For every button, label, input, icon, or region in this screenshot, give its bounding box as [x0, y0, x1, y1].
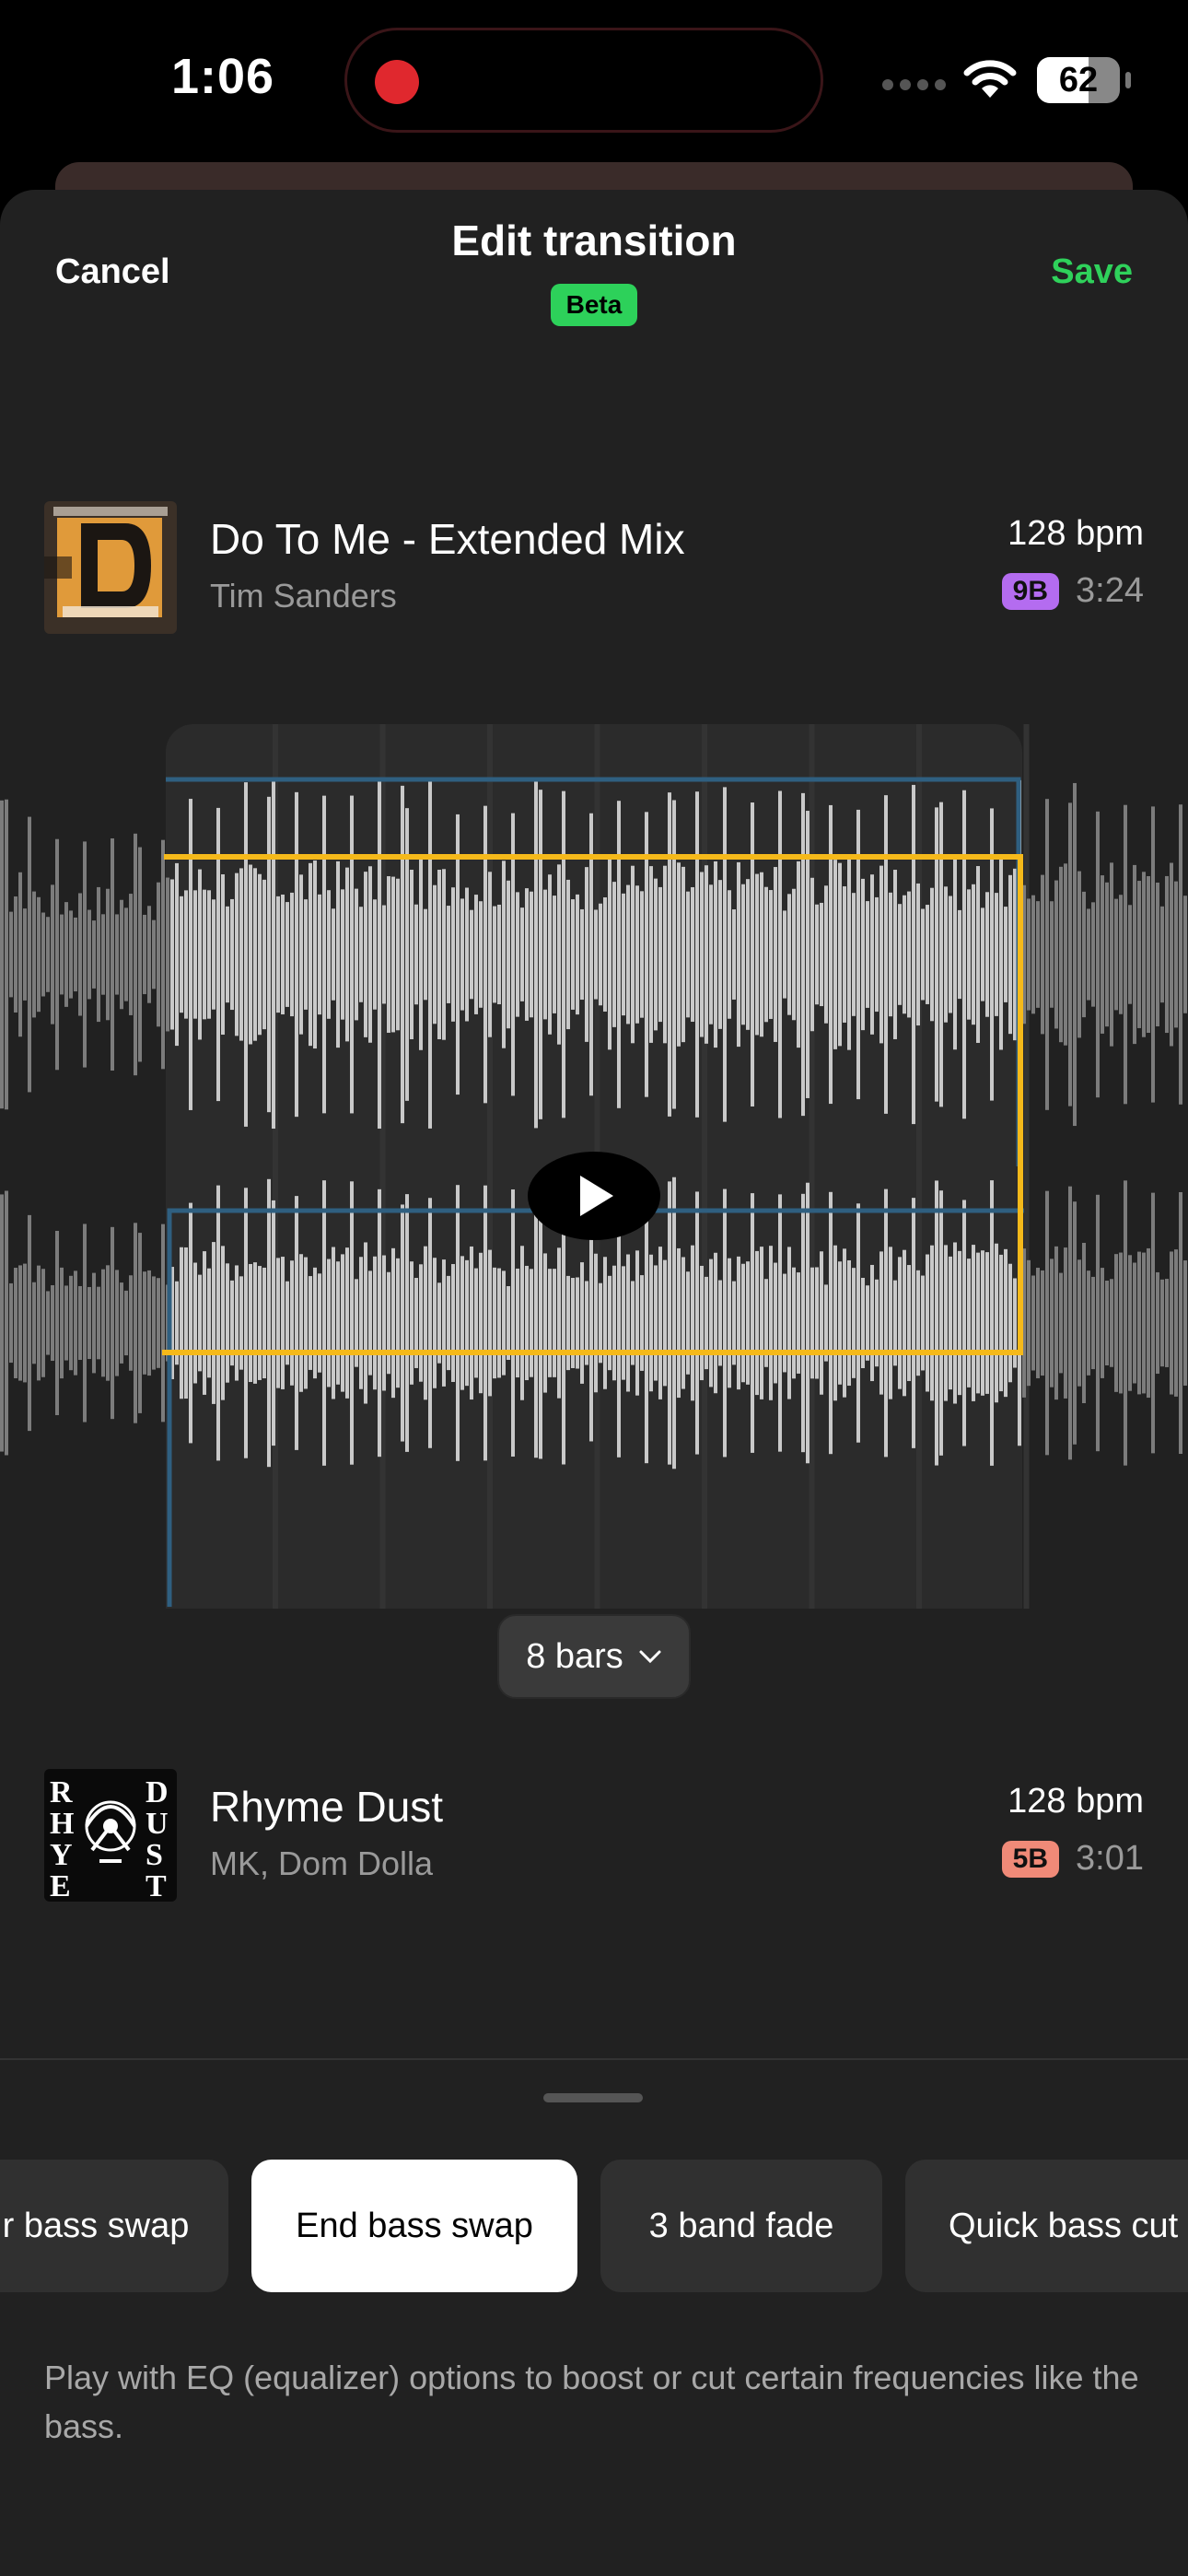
svg-text:U: U [146, 1807, 169, 1841]
clock: 1:06 [171, 49, 275, 104]
track-row-incoming[interactable]: R H Y E D U S T Rhyme Dust MK, Dom Dolla… [44, 1769, 1144, 1902]
track-row-outgoing[interactable]: Do To Me - Extended Mix Tim Sanders 128 … [44, 501, 1144, 634]
cellular-signal-icon [882, 79, 946, 90]
battery-icon: 62 [1037, 57, 1120, 103]
key-badge: 5B [1001, 1840, 1060, 1878]
wifi-icon [963, 60, 1017, 98]
svg-text:S: S [146, 1838, 163, 1872]
drag-handle[interactable] [543, 2093, 643, 2102]
svg-text:Y: Y [50, 1838, 73, 1872]
svg-text:H: H [50, 1807, 74, 1841]
chip-quick-bass-cut[interactable]: Quick bass cut [905, 2160, 1188, 2292]
chip-bass-swap-partial[interactable]: r bass swap [0, 2160, 228, 2292]
beta-badge: Beta [551, 284, 637, 326]
chip-end-bass-swap[interactable]: End bass swap [251, 2160, 577, 2292]
track-title: Rhyme Dust [210, 1783, 444, 1831]
album-cover-rhyme-dust: R H Y E D U S T [44, 1769, 177, 1902]
waveform-canvas[interactable] [0, 724, 1188, 1645]
play-button[interactable] [528, 1152, 660, 1240]
track-duration: 3:01 [1076, 1839, 1144, 1878]
svg-text:D: D [146, 1775, 169, 1809]
svg-text:T: T [146, 1869, 167, 1902]
bar-length-dropdown[interactable]: 8 bars [497, 1614, 691, 1699]
status-bar: 1:06 62 [0, 0, 1188, 166]
recording-indicator-icon [375, 60, 419, 104]
chip-3-band-fade[interactable]: 3 band fade [600, 2160, 882, 2292]
transition-type-selector: r bass swap End bass swap 3 band fade Qu… [0, 2160, 1188, 2292]
battery-tip [1125, 72, 1131, 88]
track-title: Do To Me - Extended Mix [210, 515, 685, 563]
chevron-down-icon [639, 1650, 661, 1664]
save-button[interactable]: Save [1051, 252, 1133, 292]
edit-transition-sheet: Cancel Edit transition Beta Save Do To M… [0, 190, 1188, 2576]
page-title: Edit transition [451, 217, 737, 264]
track-bpm: 128 bpm [1007, 1782, 1144, 1821]
transition-description: Play with EQ (equalizer) options to boos… [44, 2359, 1139, 2445]
track-duration: 3:24 [1076, 571, 1144, 610]
track-bpm: 128 bpm [1007, 514, 1144, 553]
svg-text:R: R [50, 1775, 73, 1809]
album-cover-do-to-me [44, 501, 177, 634]
battery-percentage: 62 [1058, 60, 1099, 100]
track-artist: Tim Sanders [210, 577, 397, 615]
panel-divider [0, 2058, 1188, 2060]
key-badge: 9B [1001, 572, 1060, 610]
svg-text:E: E [50, 1869, 71, 1902]
track-artist: MK, Dom Dolla [210, 1844, 434, 1882]
bar-length-label: 8 bars [526, 1636, 623, 1676]
transition-waveform-editor[interactable] [0, 724, 1188, 1645]
dynamic-island [344, 28, 823, 133]
